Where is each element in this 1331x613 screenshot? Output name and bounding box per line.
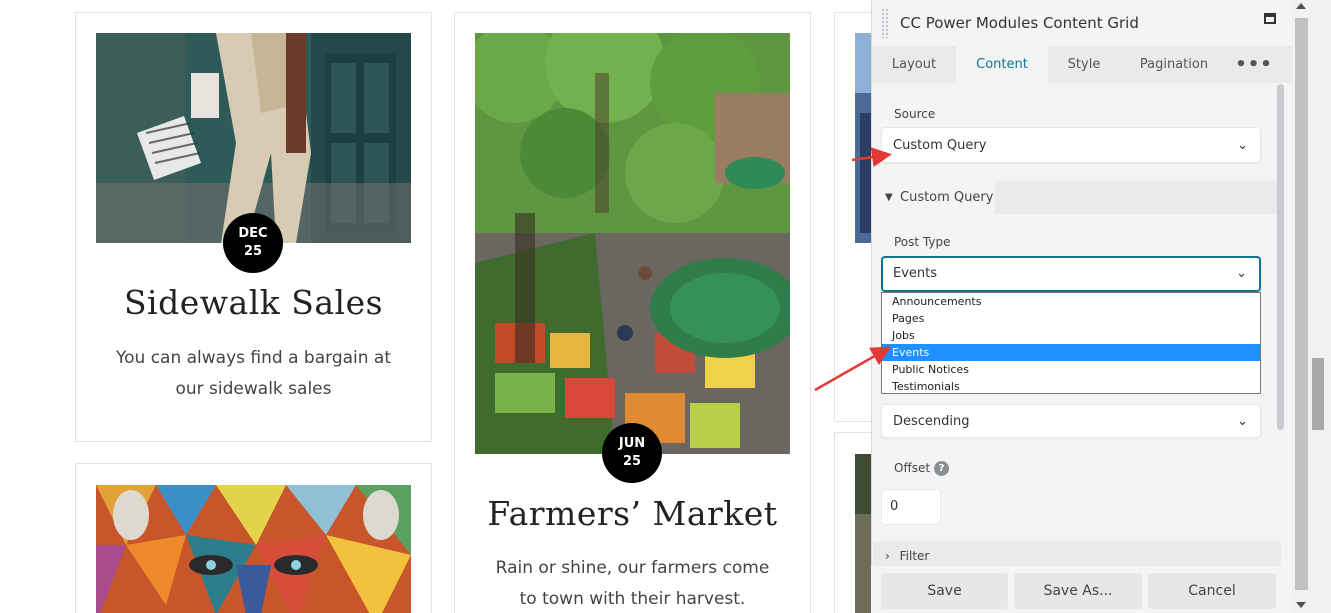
option-testimonials[interactable]: Testimonials bbox=[882, 378, 1260, 395]
tab-pagination[interactable]: Pagination bbox=[1120, 46, 1228, 83]
date-badge: DEC 25 bbox=[223, 213, 283, 273]
content-card-farmers-market[interactable]: JUN 25 Farmers’ Market Rain or shine, ou… bbox=[454, 12, 811, 613]
filter-section-toggle[interactable]: › Filter bbox=[885, 549, 929, 563]
content-card-sidewalk-sales[interactable]: DEC 25 Sidewalk Sales You can always fin… bbox=[75, 12, 432, 442]
option-events[interactable]: Events bbox=[882, 344, 1260, 361]
option-public-notices[interactable]: Public Notices bbox=[882, 361, 1260, 378]
chevron-down-icon: ⌄ bbox=[1236, 266, 1247, 281]
card-title[interactable]: Sidewalk Sales bbox=[76, 283, 431, 322]
chevron-right-icon: › bbox=[885, 549, 890, 563]
chevron-down-icon: ▼ bbox=[885, 192, 893, 203]
date-day: 25 bbox=[622, 454, 642, 469]
order-select-value: Descending bbox=[893, 414, 970, 429]
panel-scrollbar[interactable] bbox=[1277, 84, 1284, 430]
card-excerpt: Rain or shine, our farmers come to town … bbox=[495, 558, 770, 609]
option-pages[interactable]: Pages bbox=[882, 310, 1260, 327]
source-label: Source bbox=[894, 107, 936, 121]
maximize-icon[interactable] bbox=[1264, 13, 1276, 24]
card-excerpt: You can always find a bargain at our sid… bbox=[115, 348, 392, 399]
card-title[interactable]: Farmers’ Market bbox=[455, 494, 810, 533]
offset-input[interactable]: 0 bbox=[881, 489, 941, 525]
custom-query-section[interactable]: ▼ Custom Query bbox=[873, 181, 1281, 214]
post-type-select[interactable]: Events ⌄ bbox=[881, 256, 1261, 292]
scrollbar-thumb-secondary[interactable] bbox=[1312, 358, 1324, 430]
date-month: JUN bbox=[618, 436, 646, 451]
sidewalk-sales-image bbox=[96, 33, 411, 243]
save-as-button[interactable]: Save As... bbox=[1014, 573, 1142, 609]
scroll-up-icon[interactable] bbox=[1296, 3, 1306, 9]
panel-tabs: Layout Content Style Pagination ••• bbox=[872, 46, 1293, 83]
order-select[interactable]: Descending ⌄ bbox=[881, 404, 1261, 438]
tab-layout[interactable]: Layout bbox=[872, 46, 956, 83]
source-select[interactable]: Custom Query ⌄ bbox=[881, 127, 1261, 163]
help-icon[interactable]: ? bbox=[934, 461, 949, 476]
custom-query-section-label: Custom Query bbox=[900, 190, 994, 205]
chevron-down-icon: ⌄ bbox=[1237, 138, 1248, 153]
date-badge: JUN 25 bbox=[602, 423, 662, 483]
tab-more-icon[interactable]: ••• bbox=[1234, 46, 1274, 83]
scrollbar-thumb[interactable] bbox=[1295, 18, 1308, 590]
post-type-options-list: Announcements Pages Jobs Events Public N… bbox=[881, 292, 1261, 394]
filter-section-label: Filter bbox=[899, 549, 930, 563]
option-announcements[interactable]: Announcements bbox=[882, 293, 1260, 310]
custom-query-section-toggle[interactable]: ▼ Custom Query bbox=[873, 181, 995, 214]
panel-header[interactable]: CC Power Modules Content Grid bbox=[872, 0, 1293, 46]
post-type-select-value: Events bbox=[893, 266, 938, 281]
page-scrollbar[interactable] bbox=[1292, 0, 1331, 613]
panel-title: CC Power Modules Content Grid bbox=[900, 14, 1139, 32]
date-day: 25 bbox=[243, 244, 263, 259]
panel-footer: Save Save As... Cancel bbox=[871, 566, 1292, 613]
farmers-market-image bbox=[475, 33, 790, 454]
cancel-button[interactable]: Cancel bbox=[1148, 573, 1276, 609]
mural-image bbox=[96, 485, 411, 613]
offset-label: Offset bbox=[894, 461, 931, 475]
save-button[interactable]: Save bbox=[881, 573, 1008, 609]
content-card-mural[interactable] bbox=[75, 463, 432, 613]
tab-style[interactable]: Style bbox=[1048, 46, 1120, 83]
chevron-down-icon: ⌄ bbox=[1237, 414, 1248, 429]
scroll-down-icon[interactable] bbox=[1296, 602, 1306, 608]
date-month: DEC bbox=[238, 226, 268, 241]
filter-section[interactable]: › Filter bbox=[873, 541, 1281, 567]
post-type-label: Post Type bbox=[894, 235, 951, 249]
source-select-value: Custom Query bbox=[893, 138, 987, 153]
drag-handle-icon[interactable] bbox=[881, 8, 889, 38]
tab-content[interactable]: Content bbox=[956, 46, 1048, 83]
option-jobs[interactable]: Jobs bbox=[882, 327, 1260, 344]
